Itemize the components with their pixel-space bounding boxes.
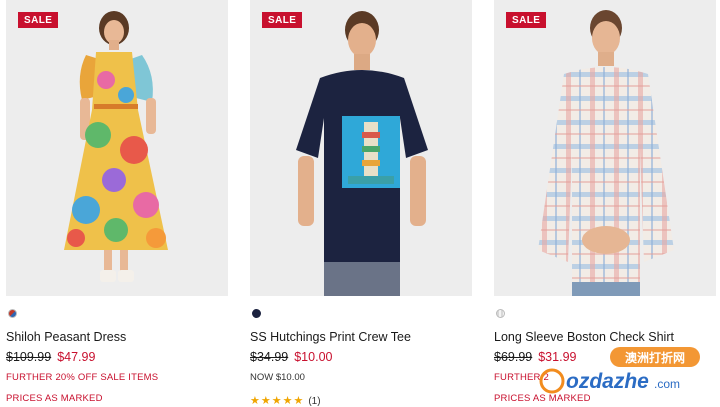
product-image-dress[interactable]: SALE [6,0,228,296]
product-name[interactable]: Long Sleeve Boston Check Shirt [494,330,674,344]
star-rating-icon: ★★★★★ [250,395,305,407]
sale-price: $47.99 [57,350,96,364]
watermark-chinese-text: 澳洲打折网 [625,350,685,365]
price-row: $34.99 $10.00 [250,350,332,364]
review-count: (1) [308,396,321,407]
product-image-tee[interactable]: SALE [250,0,472,296]
watermark-graphic: 澳洲打折网 ozdazhe .com [539,347,700,394]
price-row: $109.99 $47.99 [6,350,95,364]
dress-illustration [6,0,228,296]
product-image-shirt[interactable]: SALE [494,0,716,296]
tee-illustration [250,0,472,296]
sale-badge: SALE [262,12,303,28]
original-price: $69.99 [494,350,533,364]
color-swatch[interactable] [8,309,17,318]
watermark-domain-suffix: .com [654,377,680,391]
sale-badge: SALE [506,12,547,28]
rating[interactable]: ★★★★★ (1) [250,394,321,407]
now-price-note: NOW $10.00 [250,372,305,383]
sale-price: $10.00 [294,350,333,364]
watermark-brand-text: ozdazhe [566,370,649,393]
original-price: $34.99 [250,350,289,364]
color-swatch[interactable] [252,309,261,318]
product-card-shiloh-dress[interactable]: SALE Shiloh Peasant Dress $109.99 $47.99 … [6,0,228,405]
color-swatch[interactable] [496,309,505,318]
original-price: $109.99 [6,350,52,364]
shirt-illustration [494,0,716,296]
product-name[interactable]: Shiloh Peasant Dress [6,330,126,344]
promo-subtext: PRICES AS MARKED [6,393,103,404]
promo-text: FURTHER 20% OFF SALE ITEMS [6,372,159,383]
sale-badge: SALE [18,12,59,28]
product-name[interactable]: SS Hutchings Print Crew Tee [250,330,411,344]
product-card-hutchings-tee[interactable]: SALE SS Hutchings Print Crew Tee $34.99 $… [250,0,472,407]
site-watermark-logo: 澳洲打折网 ozdazhe .com [538,345,718,397]
